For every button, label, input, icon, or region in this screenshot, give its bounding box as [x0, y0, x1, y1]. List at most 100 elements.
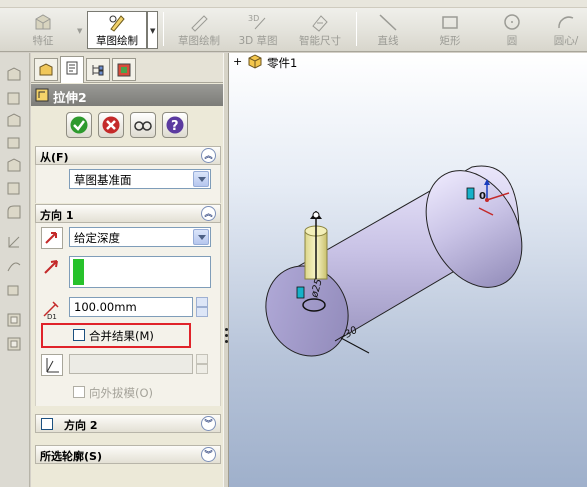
cylinder-body[interactable]	[251, 154, 541, 370]
chevron-down-icon[interactable]	[193, 171, 209, 187]
rectangle-button[interactable]: 矩形	[430, 12, 470, 48]
sketch-button[interactable]: 草图绘制	[87, 11, 147, 49]
chevron-down-icon: ▼	[77, 27, 83, 35]
manager-tabs	[31, 53, 223, 83]
cut-revolve-icon[interactable]	[5, 179, 23, 197]
direction2-group-label: 方向 2	[64, 419, 98, 432]
line-button[interactable]: 直线	[370, 12, 406, 48]
origin-dimension[interactable]: 0	[479, 191, 486, 202]
sketch-dropdown[interactable]: ▼	[147, 11, 158, 49]
mirror-icon[interactable]	[5, 335, 23, 353]
expand-chevron-icon[interactable]: ︾	[201, 447, 216, 462]
selection-color-swatch	[73, 259, 84, 285]
graphics-area[interactable]: + 零件1 ø25 30 0	[229, 53, 587, 487]
property-manager-panel: 拉伸2 ? 从(F) ︽ 草图基准面 方向 1 ︽ 给定深度 D1 100.00…	[31, 53, 223, 487]
depth-spinner[interactable]	[196, 297, 208, 317]
from-group-header[interactable]: 从(F) ︽	[35, 146, 221, 165]
svg-text:D1: D1	[47, 313, 57, 320]
model-canvas[interactable]: ø25 30 0	[229, 53, 587, 487]
feature-manager-tab[interactable]	[34, 58, 58, 81]
feature-button[interactable]: 特征	[12, 12, 74, 48]
configuration-icon	[92, 65, 104, 76]
line-icon	[379, 14, 397, 31]
spin-down-icon[interactable]	[196, 307, 208, 317]
configuration-manager-tab[interactable]	[86, 58, 110, 81]
from-group-label: 从(F)	[40, 151, 69, 164]
toolbar-separator	[356, 12, 357, 46]
svg-text:?: ?	[171, 119, 179, 134]
instant3d-icon[interactable]	[5, 281, 23, 299]
draft-toggle-button[interactable]	[41, 354, 63, 376]
draft-angle-icon	[46, 358, 59, 373]
display-manager-tab[interactable]	[112, 58, 136, 81]
direction1-group-header[interactable]: 方向 1 ︽	[35, 204, 221, 223]
circle-button[interactable]: 圆	[495, 12, 529, 48]
line-label: 直线	[377, 35, 399, 47]
selected-contours-group-header[interactable]: 所选轮廓(S) ︾	[35, 445, 221, 464]
center-arc-icon	[558, 16, 574, 29]
revolve-boss-icon[interactable]	[5, 89, 23, 107]
property-manager-title: 拉伸2	[53, 90, 87, 105]
collapse-chevron-icon[interactable]: ︽	[201, 148, 216, 163]
reference-geometry-icon[interactable]	[5, 233, 23, 251]
smart-dimension-icon	[312, 15, 328, 32]
curves-icon[interactable]	[5, 257, 23, 275]
fillet-icon[interactable]	[5, 203, 23, 221]
merge-result-checkbox[interactable]	[73, 329, 85, 341]
direction1-group-label: 方向 1	[40, 209, 74, 222]
expand-chevron-icon[interactable]: ︾	[201, 416, 216, 431]
help-button[interactable]: ?	[162, 112, 188, 138]
3d-sketch-label: 3D 草图	[238, 35, 278, 47]
splitter-grip-icon	[225, 340, 228, 343]
chevron-down-icon: ▼	[150, 27, 156, 35]
reverse-direction-icon	[45, 232, 57, 244]
end-condition-select[interactable]: 给定深度	[69, 227, 211, 247]
start-condition-select[interactable]: 草图基准面	[69, 169, 211, 189]
3d-sketch-button[interactable]: 3D 3D 草图	[234, 12, 282, 48]
reverse-direction-button[interactable]	[41, 227, 63, 249]
property-manager-tab[interactable]	[60, 56, 84, 83]
collapse-chevron-icon[interactable]: ︽	[201, 206, 216, 221]
loft-icon[interactable]	[5, 133, 23, 151]
chevron-down-icon[interactable]	[193, 229, 209, 245]
cut-extrude-icon[interactable]	[5, 156, 23, 174]
spin-up-icon[interactable]	[196, 354, 208, 364]
extrude-boss-icon[interactable]	[5, 65, 23, 83]
from-group-body: 草图基准面	[35, 165, 221, 203]
splitter-grip-icon	[225, 334, 228, 337]
direction2-group-header[interactable]: 方向 2 ︾	[35, 414, 221, 433]
detailed-preview-button[interactable]	[130, 112, 156, 138]
direction2-checkbox[interactable]	[41, 418, 53, 430]
draft-outward-label[interactable]: 向外拔模(O)	[89, 385, 153, 401]
command-manager-toolbar: 特征 ▼ 草图绘制 ▼ 草图绘制 3D 3D 草图 智能尺寸 直线 矩形 圆 圆…	[0, 0, 587, 52]
circle-label: 圆	[506, 35, 518, 47]
feature-tree-icon	[39, 63, 53, 76]
depth-value: 100.00mm	[74, 300, 137, 314]
spin-up-icon[interactable]	[196, 297, 208, 307]
sketch-draw-button[interactable]: 草图绘制	[170, 12, 228, 48]
feature-dropdown[interactable]: ▼	[75, 12, 86, 46]
draft-outward-checkbox[interactable]	[73, 386, 85, 398]
toolbar-separator	[163, 12, 164, 46]
property-manager-title-bar: 拉伸2	[31, 84, 223, 106]
draft-angle-input[interactable]	[69, 354, 193, 374]
extrude-feature-icon	[35, 88, 49, 102]
direction-reference-selection-box[interactable]	[69, 256, 211, 288]
toolbar-top-strip	[0, 0, 587, 8]
spin-down-icon[interactable]	[196, 364, 208, 374]
cancel-button[interactable]	[98, 112, 124, 138]
draft-angle-spinner[interactable]	[196, 354, 208, 374]
sweep-icon[interactable]	[5, 111, 23, 129]
direction1-group-body: 给定深度 D1 100.00mm 合并结果(M) 向外拔模(O)	[35, 223, 221, 406]
merge-result-label[interactable]: 合并结果(M)	[89, 328, 154, 344]
center-arc-button[interactable]: 圆心/	[546, 12, 586, 48]
ok-button[interactable]	[66, 112, 92, 138]
smart-dimension-label: 智能尺寸	[299, 35, 341, 47]
glasses-icon	[134, 121, 152, 131]
smart-dimension-button[interactable]: 智能尺寸	[292, 12, 348, 48]
sketch-pencil-icon	[109, 15, 125, 32]
help-question-icon: ?	[166, 116, 184, 134]
direction-vector-icon	[42, 256, 64, 278]
depth-input[interactable]: 100.00mm	[69, 297, 193, 317]
shell-icon[interactable]	[5, 311, 23, 329]
